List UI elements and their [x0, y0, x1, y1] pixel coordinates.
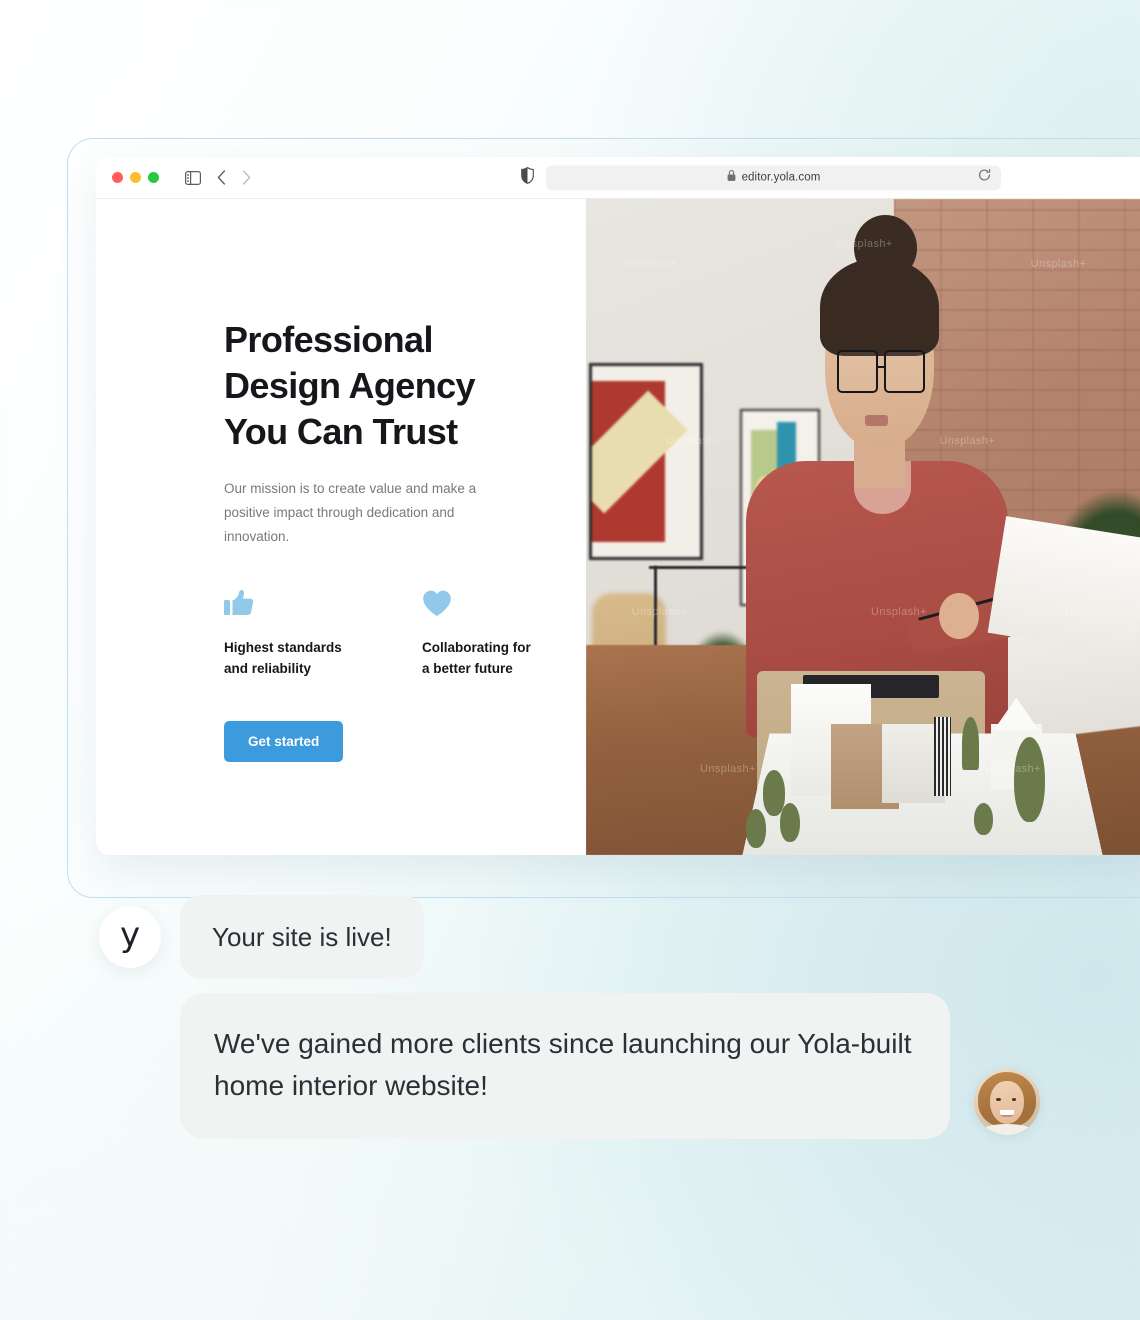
feature-label-standards: Highest standards and reliability	[224, 640, 342, 676]
browser-window: editor.yola.com Professional Design Agen…	[96, 157, 1140, 855]
person-mouth	[865, 415, 889, 426]
model-tree	[1013, 736, 1045, 823]
page-title: Professional Design Agency You Can Trust	[224, 319, 476, 452]
address-bar-content: editor.yola.com	[727, 169, 821, 187]
maximize-window-button[interactable]	[148, 172, 159, 183]
testimonial-chat: y Your site is live! We've gained more c…	[0, 895, 1140, 1139]
website-preview: Professional Design Agency You Can Trust…	[96, 199, 1140, 855]
feature-list: Highest standards and reliability Collab…	[224, 589, 586, 679]
chat-row-customer: We've gained more clients since launchin…	[0, 993, 1140, 1139]
reload-icon[interactable]	[978, 168, 991, 187]
person-hair-bun	[853, 215, 917, 281]
chat-row-brand: y Your site is live!	[0, 895, 1140, 979]
customer-avatar	[974, 1069, 1040, 1135]
eyeglasses-left-lens	[836, 349, 878, 394]
privacy-shield-icon[interactable]	[521, 166, 534, 189]
feature-item-collaboration: Collaborating for a better future	[422, 589, 562, 679]
forward-chevron-right-icon[interactable]	[242, 170, 251, 185]
eyeglasses-right-lens	[883, 349, 925, 394]
framed-artwork-left	[588, 363, 703, 560]
address-bar[interactable]: editor.yola.com	[546, 165, 1001, 190]
address-bar-url: editor.yola.com	[741, 171, 821, 184]
feature-label-collaboration: Collaborating for a better future	[422, 640, 531, 676]
hero-subtitle: Our mission is to create value and make …	[224, 481, 477, 544]
model-tree	[962, 717, 980, 770]
minimize-window-button[interactable]	[130, 172, 141, 183]
model-tree	[745, 809, 767, 849]
browser-nav-controls	[185, 170, 251, 185]
yola-logo-letter: y	[119, 915, 141, 955]
model-tree	[779, 802, 800, 842]
chat-bubble-brand: Your site is live!	[180, 895, 424, 979]
chat-bubble-customer: We've gained more clients since launchin…	[180, 993, 950, 1139]
sidebar-toggle-icon[interactable]	[185, 170, 201, 185]
feature-item-standards: Highest standards and reliability	[224, 589, 364, 679]
thumbs-up-icon	[224, 589, 364, 619]
browser-toolbar: editor.yola.com	[96, 157, 1140, 199]
hero-text-column: Professional Design Agency You Can Trust…	[96, 199, 586, 855]
model-louvre-wall	[933, 717, 951, 796]
heart-icon	[422, 589, 562, 619]
held-paper-sheet	[988, 516, 1140, 656]
lock-icon	[727, 169, 736, 187]
back-chevron-left-icon[interactable]	[217, 170, 226, 185]
yola-logo-avatar: y	[99, 906, 161, 968]
get-started-button[interactable]: Get started	[224, 721, 344, 762]
hero-photo: Unsplash+ Unsplash+ Unsplash+ Unsplash+ …	[586, 199, 1140, 855]
eyeglasses-bridge	[877, 365, 886, 368]
person-hand	[939, 592, 980, 639]
model-tree	[973, 802, 993, 836]
close-window-button[interactable]	[112, 172, 123, 183]
window-traffic-lights[interactable]	[112, 172, 159, 183]
